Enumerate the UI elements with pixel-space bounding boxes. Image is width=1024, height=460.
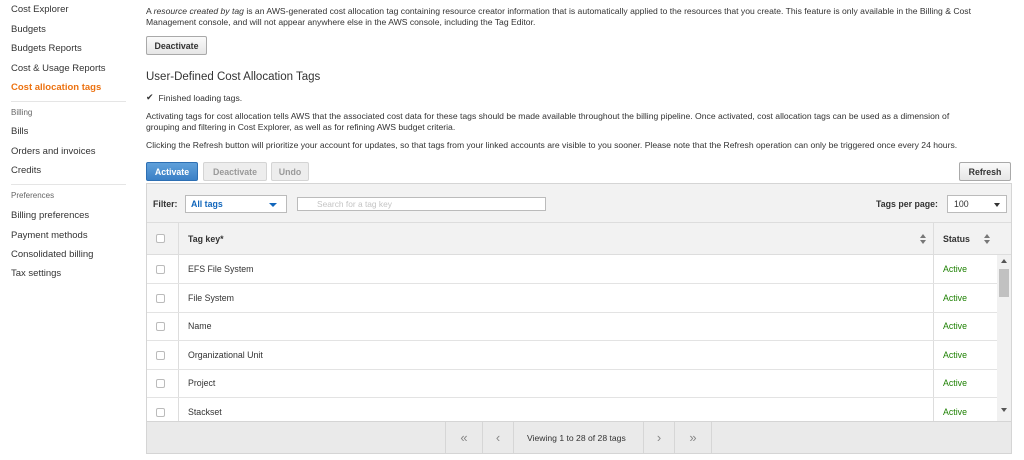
filter-bar: Filter: All tags Tags per page: 100 — [147, 184, 1011, 223]
intro-rest: is an AWS-generated cost allocation tag … — [243, 6, 971, 16]
sort-icon[interactable] — [920, 234, 927, 244]
table-row[interactable]: Stackset Active — [147, 398, 997, 421]
checkmark-icon: ✔ — [146, 92, 154, 102]
scroll-down-icon[interactable] — [1001, 408, 1007, 412]
status-cell: Active — [943, 264, 967, 274]
section-title: User-Defined Cost Allocation Tags — [146, 71, 321, 83]
tag-filter-select[interactable]: All tags — [185, 195, 287, 213]
chevron-down-icon — [269, 203, 277, 207]
tag-key-cell: Organizational Unit — [188, 350, 263, 360]
row-checkbox[interactable] — [156, 322, 165, 331]
tag-key-cell: Stackset — [188, 407, 222, 417]
scrollbar-thumb[interactable] — [999, 269, 1009, 297]
intro-italic-term: resource created by tag — [153, 6, 244, 16]
column-header-status[interactable]: Status — [943, 234, 970, 244]
status-cell: Active — [943, 350, 967, 360]
column-header-tag-key[interactable]: Tag key* — [188, 234, 224, 244]
filter-label: Filter: — [153, 199, 178, 209]
desc-line2: grouping and filtering in Cost Explorer,… — [146, 121, 456, 132]
row-checkbox[interactable] — [156, 351, 165, 360]
tag-search-input[interactable] — [297, 197, 546, 211]
tag-key-cell: EFS File System — [188, 264, 254, 274]
deactivate-created-by-button[interactable]: Deactivate — [146, 36, 207, 55]
table-row[interactable]: Name Active — [147, 312, 997, 341]
pagination-info: Viewing 1 to 28 of 28 tags — [527, 433, 626, 443]
per-page-label: Tags per page: — [876, 199, 938, 209]
pager-divider — [711, 422, 712, 453]
desc-line1: Activating tags for cost allocation tell… — [146, 111, 950, 121]
activate-button[interactable]: Activate — [146, 162, 198, 181]
table-scrollbar[interactable] — [997, 255, 1011, 421]
sidebar-item-budgets-reports[interactable]: Budgets Reports — [11, 43, 82, 54]
tag-key-cell: Project — [188, 378, 216, 388]
resource-tag-intro: A resource created by tag is an AWS-gene… — [146, 6, 1006, 27]
per-page-value: 100 — [954, 199, 969, 209]
sidebar-item-billing-preferences[interactable]: Billing preferences — [11, 210, 89, 221]
sidebar-item-consolidated-billing[interactable]: Consolidated billing — [11, 249, 93, 260]
tag-filter-value: All tags — [191, 199, 223, 209]
sort-icon[interactable] — [984, 234, 991, 244]
scroll-up-icon[interactable] — [1001, 259, 1007, 263]
row-checkbox[interactable] — [156, 294, 165, 303]
dropdown-arrow-icon — [994, 203, 1000, 207]
table-row[interactable]: Organizational Unit Active — [147, 341, 997, 370]
sidebar-item-cost-allocation-tags[interactable]: Cost allocation tags — [11, 82, 101, 93]
tag-key-cell: File System — [188, 293, 234, 303]
intro-line2: Management console, and will not appear … — [146, 16, 536, 27]
row-checkbox[interactable] — [156, 265, 165, 274]
sidebar-divider — [11, 184, 126, 185]
intro-prefix: A — [146, 6, 154, 16]
sidebar-item-orders-invoices[interactable]: Orders and invoices — [11, 146, 95, 157]
sidebar: Cost Explorer Budgets Budgets Reports Co… — [0, 0, 135, 460]
sidebar-item-cost-usage-reports[interactable]: Cost & Usage Reports — [11, 63, 106, 74]
refresh-note: Clicking the Refresh button will priorit… — [146, 140, 958, 150]
undo-button[interactable]: Undo — [271, 162, 309, 181]
status-cell: Active — [943, 321, 967, 331]
pager-divider — [513, 422, 514, 453]
pagination-bar: « ‹ Viewing 1 to 28 of 28 tags › » — [147, 421, 1011, 453]
deactivate-button[interactable]: Deactivate — [203, 162, 267, 181]
sidebar-item-bills[interactable]: Bills — [11, 126, 28, 137]
status-cell: Active — [943, 378, 967, 388]
loading-status-text: Finished loading tags. — [158, 92, 243, 103]
table-header: Tag key* Status — [147, 223, 1011, 255]
last-page-icon[interactable]: » — [675, 422, 711, 453]
sidebar-divider — [11, 101, 126, 102]
sidebar-item-tax-settings[interactable]: Tax settings — [11, 268, 61, 279]
next-page-icon[interactable]: › — [644, 422, 674, 453]
status-cell: Active — [943, 407, 967, 417]
row-checkbox[interactable] — [156, 379, 165, 388]
loading-status: ✔ Finished loading tags. — [146, 92, 242, 103]
sidebar-item-payment-methods[interactable]: Payment methods — [11, 230, 88, 241]
per-page-select[interactable]: 100 — [947, 195, 1007, 213]
table-row[interactable]: Project Active — [147, 369, 997, 398]
tag-key-cell: Name — [188, 321, 212, 331]
row-checkbox[interactable] — [156, 408, 165, 417]
sidebar-item-credits[interactable]: Credits — [11, 165, 41, 176]
table-row[interactable]: File System Active — [147, 284, 997, 313]
table-body: EFS File System Active File System Activ… — [147, 255, 997, 421]
table-row[interactable]: EFS File System Active — [147, 255, 997, 284]
refresh-button[interactable]: Refresh — [959, 162, 1011, 181]
section-description: Activating tags for cost allocation tell… — [146, 111, 1006, 132]
sidebar-item-budgets[interactable]: Budgets — [11, 24, 46, 35]
previous-page-icon[interactable]: ‹ — [483, 422, 513, 453]
select-all-checkbox[interactable] — [156, 234, 165, 243]
status-cell: Active — [943, 293, 967, 303]
tags-table-panel: Filter: All tags Tags per page: 100 Tag … — [146, 183, 1012, 454]
main-content: A resource created by tag is an AWS-gene… — [146, 0, 1012, 460]
first-page-icon[interactable]: « — [446, 422, 482, 453]
sidebar-section-preferences: Preferences — [11, 191, 55, 200]
sidebar-section-billing: Billing — [11, 108, 33, 117]
sidebar-item-cost-explorer[interactable]: Cost Explorer — [11, 4, 69, 15]
